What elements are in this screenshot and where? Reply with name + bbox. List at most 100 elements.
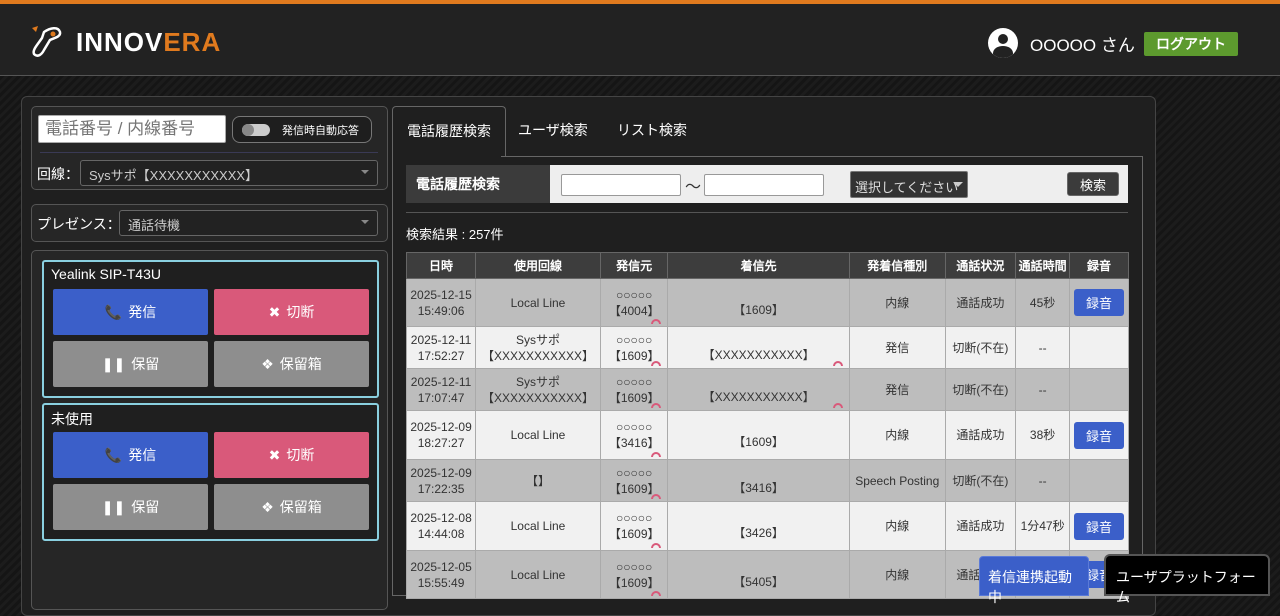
caller-name: ○○○○○ xyxy=(616,420,653,434)
time: 15:49:06 xyxy=(417,303,465,318)
call-button[interactable]: 📞 発信 xyxy=(53,432,208,478)
phone-hangup-icon[interactable] xyxy=(651,361,662,366)
time: 14:44:08 xyxy=(417,527,465,541)
user-name: OOOOO さん xyxy=(1030,35,1135,55)
line-select[interactable]: Sysサポ【XXXXXXXXXXX】 xyxy=(80,160,378,186)
caller-ext: 【1609】 xyxy=(608,527,660,541)
recording-button[interactable]: 録音 xyxy=(1074,289,1125,316)
caller-name: ○○○○○ xyxy=(616,511,653,525)
tab-user-search[interactable]: ユーザ検索 xyxy=(504,106,602,156)
time: 18:27:27 xyxy=(417,436,465,450)
table-row[interactable]: 2025-12-09 18:27:27 Local Line ○○○○○ 【3416】 【… xyxy=(405,410,1129,460)
phone-hangup-icon[interactable] xyxy=(651,494,662,499)
caller-name: ○○○○○ xyxy=(616,332,653,347)
call-duration: 45秒 xyxy=(1029,295,1056,310)
time: 17:22:35 xyxy=(417,481,465,496)
date-to-input[interactable] xyxy=(704,174,824,196)
search-button[interactable]: 検索 xyxy=(1067,172,1119,196)
hold-button[interactable]: ❚❚ 保留 xyxy=(53,341,208,387)
hangup-button[interactable]: ✖ 切断 xyxy=(214,432,369,478)
tab-list-search[interactable]: リスト検索 xyxy=(603,106,701,156)
date: 2025-12-08 xyxy=(410,511,472,525)
line: 【】 xyxy=(525,473,550,488)
caller-name: ○○○○○ xyxy=(616,287,653,302)
phone-hangup-icon[interactable] xyxy=(651,543,662,548)
recording-button[interactable]: 録音 xyxy=(1074,512,1125,540)
call-duration: -- xyxy=(1038,382,1047,397)
hold-box-button[interactable]: ❖ 保留箱 xyxy=(214,484,369,530)
hold-box-button[interactable]: ❖ 保留箱 xyxy=(214,341,369,387)
phone-hangup-icon[interactable] xyxy=(832,403,843,408)
call-type: 内線 xyxy=(885,519,910,533)
call-status: 通話成功 xyxy=(956,295,1005,310)
close-icon: ✖ xyxy=(268,446,281,463)
date: 2025-12-11 xyxy=(410,332,472,347)
callee: 【1609】 xyxy=(733,302,784,317)
call-status: 切断(不在) xyxy=(952,382,1009,397)
call-status: 通話成功 xyxy=(956,519,1005,533)
caller-ext: 【1609】 xyxy=(608,481,660,496)
phone-icon: 📞 xyxy=(104,303,123,320)
logout-button[interactable]: ログアウト xyxy=(1144,32,1238,56)
user-platform-button[interactable]: ユーザプラットフォーム xyxy=(1104,554,1270,605)
line: Local Line xyxy=(510,567,566,582)
call-type-select[interactable]: 選択してください xyxy=(850,171,968,198)
table-row[interactable]: 2025-12-11 17:07:47 Sysサポ 【XXXXXXXXXXX】 ○○○○… xyxy=(405,368,1129,411)
phone-hangup-icon[interactable] xyxy=(651,591,662,596)
phone-hangup-icon[interactable] xyxy=(651,452,662,457)
date: 2025-12-09 xyxy=(410,465,472,480)
device-panel: Yealink SIP-T43U 📞 発信 ✖ 切断 ❚❚ 保留 ❖ 保留箱 xyxy=(42,260,379,398)
callee: 【3416】 xyxy=(733,480,784,495)
chevron-down-icon xyxy=(361,220,369,228)
presence-label: プレゼンス： xyxy=(37,216,121,232)
hold-button[interactable]: ❚❚ 保留 xyxy=(53,484,208,530)
toggle-switch[interactable] xyxy=(242,123,270,136)
close-icon: ✖ xyxy=(268,303,281,320)
date: 2025-12-15 xyxy=(410,287,472,302)
caller-name: ○○○○○ xyxy=(616,559,653,574)
dropbox-icon: ❖ xyxy=(261,355,274,372)
call-type: 内線 xyxy=(885,428,910,442)
device-panel: 未使用 📞 発信 ✖ 切断 ❚❚ 保留 ❖ 保留箱 xyxy=(42,403,379,541)
dropbox-icon: ❖ xyxy=(261,498,274,515)
call-status: 切断(不在) xyxy=(952,473,1009,488)
call-type: 発信 xyxy=(885,382,910,397)
column-header: 通話状況 xyxy=(944,252,1017,279)
phone-number-input[interactable] xyxy=(38,115,226,143)
hangup-button[interactable]: ✖ 切断 xyxy=(214,289,369,335)
callee: 【1609】 xyxy=(733,435,784,449)
pause-icon: ❚❚ xyxy=(101,355,126,372)
caller-name: ○○○○○ xyxy=(616,374,653,389)
line: Sysサポ xyxy=(515,332,560,347)
table-row[interactable]: 2025-12-15 15:49:06 Local Line ○○○○○ 【4004】 【… xyxy=(405,278,1129,327)
time: 17:07:47 xyxy=(417,390,465,405)
phone-hangup-icon[interactable] xyxy=(651,319,662,324)
callee: 【5405】 xyxy=(733,574,784,589)
call-type: 内線 xyxy=(885,295,910,310)
column-header: 発信元 xyxy=(599,252,669,279)
recording-button[interactable]: 録音 xyxy=(1074,421,1125,449)
column-header: 発着信種別 xyxy=(848,252,946,279)
presence-select[interactable]: 通話待機 xyxy=(119,210,378,236)
phone-hangup-icon[interactable] xyxy=(651,403,662,408)
call-status: 切断(不在) xyxy=(952,340,1009,355)
caller-name: ○○○○○ xyxy=(616,465,653,480)
caller-ext: 【1609】 xyxy=(608,575,660,590)
incoming-integration-button[interactable]: 着信連携起動中 xyxy=(979,556,1089,605)
phone-logo-icon xyxy=(32,26,62,57)
user-menu[interactable]: OOOOO さん xyxy=(988,28,1135,58)
date-from-input[interactable] xyxy=(561,174,681,196)
line: Local Line xyxy=(510,519,566,533)
table-row[interactable]: 2025-12-09 17:22:35 【】 ○○○○○ 【1609】 【3416】 Spe… xyxy=(405,459,1129,502)
phone-icon: 📞 xyxy=(104,446,123,463)
callee: 【XXXXXXXXXXX】 xyxy=(702,347,815,362)
table-row[interactable]: 2025-12-08 14:44:08 Local Line ○○○○○ 【1609】 【… xyxy=(405,501,1129,551)
auto-answer-toggle[interactable]: 発信時自動応答 xyxy=(232,116,372,143)
line-label: 回線： xyxy=(37,166,79,182)
table-row[interactable]: 2025-12-11 17:52:27 Sysサポ 【XXXXXXXXXXX】 ○○○○… xyxy=(405,326,1129,369)
chevron-down-icon xyxy=(953,182,963,192)
phone-hangup-icon[interactable] xyxy=(832,361,843,366)
tab-call-history[interactable]: 電話履歴検索 xyxy=(392,106,506,156)
result-count: 検索結果 : 257件 xyxy=(406,227,504,242)
call-button[interactable]: 📞 発信 xyxy=(53,289,208,335)
